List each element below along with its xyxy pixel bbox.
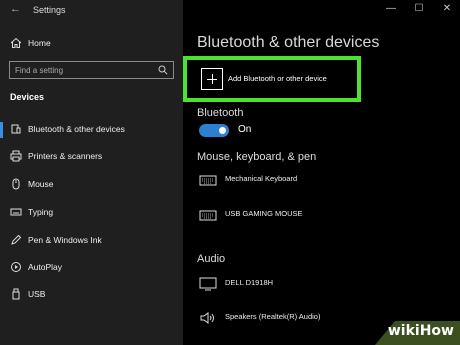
main-content: Bluetooth & other devices Add Bluetooth … (183, 0, 460, 345)
minimize-icon[interactable]: — (386, 3, 396, 14)
sidebar-item-label: Printers & scanners (28, 151, 103, 161)
bluetooth-icon (11, 124, 21, 134)
sidebar-item-label: AutoPlay (28, 262, 63, 272)
sidebar-item-usb[interactable]: USB (0, 284, 183, 306)
sidebar-item-pen[interactable]: Pen & Windows Ink (0, 230, 183, 252)
keyboard-icon (199, 210, 217, 221)
monitor-icon (199, 277, 217, 291)
sidebar-item-label: Mouse (28, 179, 54, 189)
add-device-label: Add Bluetooth or other device (228, 74, 327, 83)
keyboard-icon (199, 175, 217, 186)
sidebar: Home Devices Bluetooth & other devices P… (0, 0, 183, 345)
plus-icon (201, 68, 223, 90)
toggle-knob (219, 127, 226, 134)
close-icon[interactable]: ✕ (442, 3, 452, 14)
device-label: Mechanical Keyboard (225, 174, 298, 183)
sidebar-item-bluetooth[interactable]: Bluetooth & other devices (0, 119, 183, 141)
search-icon[interactable] (158, 65, 168, 75)
pen-icon (11, 234, 22, 245)
watermark-text: wikiHow (387, 323, 454, 339)
back-arrow-icon[interactable]: ← (10, 3, 21, 15)
title-bar: ← Settings — ☐ ✕ (0, 0, 460, 20)
home-icon (10, 37, 22, 48)
usb-icon (12, 288, 20, 300)
speaker-icon (200, 312, 214, 324)
sidebar-item-typing[interactable]: Typing (0, 202, 183, 224)
audio-heading: Audio (197, 253, 226, 265)
sidebar-item-label: Pen & Windows Ink (28, 235, 102, 245)
sidebar-item-label: Bluetooth & other devices (28, 124, 125, 134)
autoplay-icon (11, 262, 21, 272)
device-label: Speakers (Realtek(R) Audio) (225, 312, 321, 321)
device-label: DELL D1918H (225, 278, 274, 287)
mouse-icon (12, 178, 20, 190)
bluetooth-heading: Bluetooth (197, 107, 244, 119)
active-indicator (0, 122, 3, 138)
keyboard-icon (10, 208, 22, 216)
window-controls: — ☐ ✕ (386, 3, 452, 14)
sidebar-item-label: Typing (28, 207, 54, 217)
search-box[interactable] (9, 61, 174, 79)
search-input[interactable] (15, 64, 145, 76)
sidebar-item-label: USB (28, 289, 46, 299)
device-label: USB GAMING MOUSE (225, 209, 303, 218)
mouse-keyboard-pen-heading: Mouse, keyboard, & pen (197, 151, 317, 163)
home-label: Home (28, 38, 51, 48)
bluetooth-toggle[interactable] (199, 124, 229, 137)
bluetooth-state-label: On (238, 124, 252, 135)
printer-icon (10, 150, 22, 162)
maximize-icon[interactable]: ☐ (414, 3, 424, 14)
sidebar-item-autoplay[interactable]: AutoPlay (0, 257, 183, 279)
page-title: Bluetooth & other devices (197, 34, 380, 51)
devices-section-title: Devices (10, 92, 45, 102)
window-title: Settings (33, 5, 66, 15)
home-nav-item[interactable]: Home (0, 33, 183, 55)
sidebar-item-printers[interactable]: Printers & scanners (0, 146, 183, 168)
sidebar-item-mouse[interactable]: Mouse (0, 174, 183, 196)
add-device-button[interactable]: Add Bluetooth or other device (183, 56, 361, 102)
wikihow-watermark: wikiHow (355, 315, 460, 345)
